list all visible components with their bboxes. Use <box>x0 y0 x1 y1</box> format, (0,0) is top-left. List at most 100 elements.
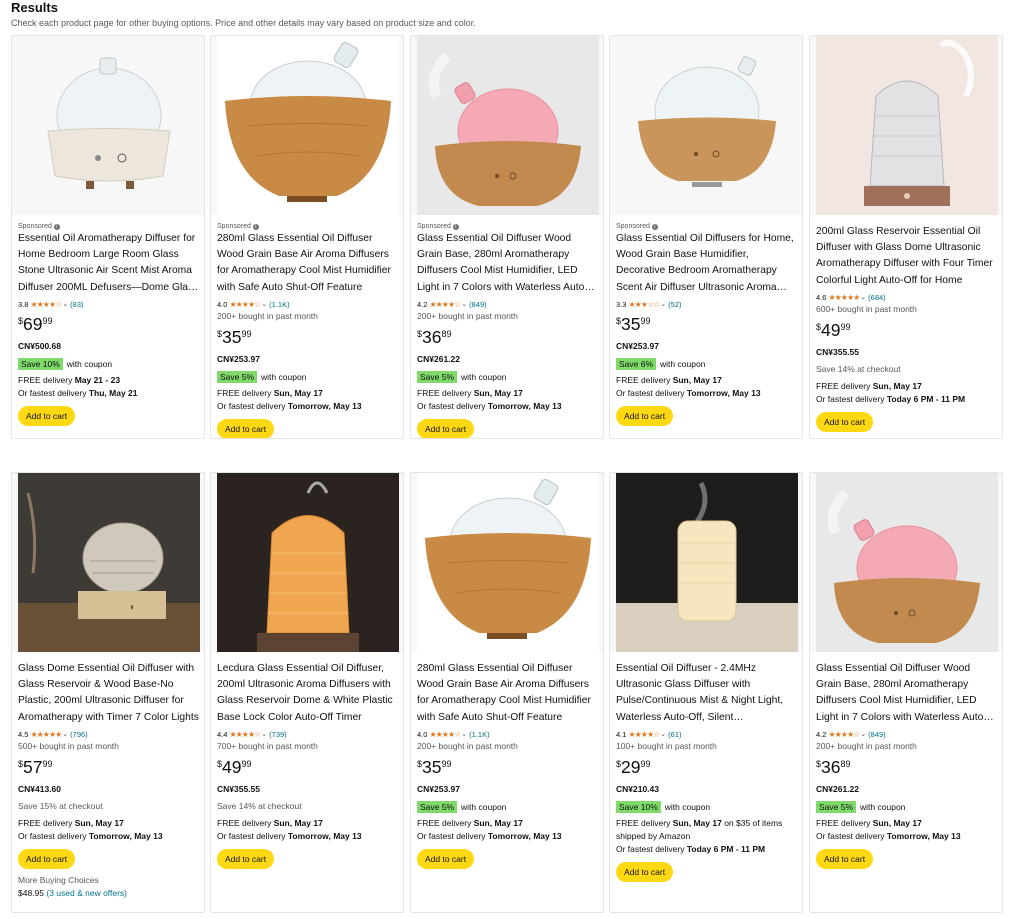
product-card[interactable]: Sponsored i Glass Essential Oil Diffusers … <box>609 35 803 439</box>
chevron-down-icon[interactable]: ⌄ <box>261 300 267 308</box>
star-rating-icon[interactable]: ★★★★☆ <box>628 730 660 739</box>
rating-row[interactable]: 3.8 ★★★★☆ ⌄ (83) <box>18 298 199 310</box>
sponsored-label[interactable]: Sponsored i <box>18 222 199 231</box>
price[interactable]: $ 57 99 <box>18 757 199 781</box>
add-to-cart-button[interactable]: Add to cart <box>616 862 674 882</box>
product-title[interactable]: Glass Essential Oil Diffusers for Home, … <box>616 231 797 296</box>
add-to-cart-button[interactable]: Add to cart <box>816 849 874 869</box>
review-count-link[interactable]: (849) <box>469 300 487 309</box>
star-rating-icon[interactable]: ★★★★★ <box>828 293 860 302</box>
price[interactable]: $ 29 99 <box>616 757 797 781</box>
product-image[interactable] <box>12 36 204 215</box>
product-card[interactable]: Glass Essential Oil Diffuser Wood Grain … <box>809 472 1003 913</box>
product-card[interactable]: Sponsored i 280ml Glass Essential Oil Diff… <box>210 35 404 439</box>
review-count-link[interactable]: (1.1K) <box>469 730 489 739</box>
price[interactable]: $ 35 99 <box>616 314 797 338</box>
price[interactable]: $ 35 99 <box>417 757 598 781</box>
star-rating-icon[interactable]: ★★★★★ <box>30 730 62 739</box>
rating-row[interactable]: 4.4 ★★★★☆ ⌄ (739) <box>217 728 398 740</box>
product-title[interactable]: Glass Essential Oil Diffuser Wood Grain … <box>417 231 598 296</box>
product-title[interactable]: 280ml Glass Essential Oil Diffuser Wood … <box>217 231 398 296</box>
rating-row[interactable]: 4.2 ★★★★☆ ⌄ (849) <box>417 298 598 310</box>
product-image[interactable] <box>610 473 802 652</box>
star-rating-icon[interactable]: ★★★★☆ <box>30 300 62 309</box>
chevron-down-icon[interactable]: ⌄ <box>860 293 866 301</box>
star-rating-icon[interactable]: ★★★★☆ <box>229 300 261 309</box>
product-title[interactable]: Lecdura Glass Essential Oil Diffuser, 20… <box>217 661 398 726</box>
product-image[interactable] <box>411 36 603 215</box>
chevron-down-icon[interactable]: ⌄ <box>461 730 467 738</box>
price[interactable]: $ 35 99 <box>217 327 398 351</box>
star-rating-icon[interactable]: ★★★★☆ <box>828 730 860 739</box>
product-image[interactable] <box>411 473 603 652</box>
price-whole: 49 <box>222 757 242 777</box>
product-card[interactable]: ◐ Glass Dome Essential Oil Diffuser with … <box>11 472 205 913</box>
rating-row[interactable]: 4.2 ★★★★☆ ⌄ (849) <box>816 728 997 740</box>
rating-row[interactable]: 4.6 ★★★★★ ⌄ (684) <box>816 291 997 303</box>
review-count-link[interactable]: (83) <box>70 300 83 309</box>
review-count-link[interactable]: (684) <box>868 293 886 302</box>
product-card[interactable]: 280ml Glass Essential Oil Diffuser Wood … <box>410 472 604 913</box>
rating-row[interactable]: 3.3 ★★★☆☆ ⌄ (52) <box>616 298 797 310</box>
product-card[interactable]: Lecdura Glass Essential Oil Diffuser, 20… <box>210 472 404 913</box>
chevron-down-icon[interactable]: ⌄ <box>660 300 666 308</box>
star-rating-icon[interactable]: ★★★★☆ <box>229 730 261 739</box>
offers-link[interactable]: (3 used & new offers) <box>46 888 127 898</box>
product-card[interactable]: Sponsored i Glass Essential Oil Diffuser W… <box>410 35 604 439</box>
price[interactable]: $ 69 99 <box>18 314 199 338</box>
review-count-link[interactable]: (1.1K) <box>269 300 289 309</box>
product-title[interactable]: Glass Dome Essential Oil Diffuser with G… <box>18 661 199 726</box>
add-to-cart-button[interactable]: Add to cart <box>417 849 475 869</box>
product-image[interactable] <box>610 36 802 215</box>
review-count-link[interactable]: (796) <box>70 730 88 739</box>
review-count-link[interactable]: (739) <box>269 730 287 739</box>
review-count-link[interactable]: (52) <box>668 300 681 309</box>
product-image[interactable] <box>211 36 403 215</box>
product-image[interactable] <box>810 473 1002 652</box>
rating-row[interactable]: 4.0 ★★★★☆ ⌄ (1.1K) <box>217 298 398 310</box>
add-to-cart-button[interactable]: Add to cart <box>217 419 275 438</box>
add-to-cart-button[interactable]: Add to cart <box>217 849 275 869</box>
product-card[interactable]: Essential Oil Diffuser - 2.4MHz Ultrason… <box>609 472 803 913</box>
add-to-cart-button[interactable]: Add to cart <box>616 406 674 426</box>
chevron-down-icon[interactable]: ⌄ <box>62 300 68 308</box>
sponsored-label[interactable]: Sponsored i <box>217 222 398 231</box>
review-count-link[interactable]: (849) <box>868 730 886 739</box>
price[interactable]: $ 36 89 <box>417 327 598 351</box>
product-title[interactable]: Essential Oil Aromatherapy Diffuser for … <box>18 231 199 296</box>
star-rating-icon[interactable]: ★★★★☆ <box>429 730 461 739</box>
chevron-down-icon[interactable]: ⌄ <box>860 730 866 738</box>
info-icon[interactable]: i <box>53 223 60 230</box>
star-rating-icon[interactable]: ★★★☆☆ <box>628 300 660 309</box>
review-count-link[interactable]: (61) <box>668 730 681 739</box>
chevron-down-icon[interactable]: ⌄ <box>461 300 467 308</box>
price[interactable]: $ 49 99 <box>816 320 997 344</box>
star-rating-icon[interactable]: ★★★★☆ <box>429 300 461 309</box>
product-image[interactable] <box>211 473 403 652</box>
add-to-cart-button[interactable]: Add to cart <box>816 412 874 432</box>
price[interactable]: $ 49 99 <box>217 757 398 781</box>
sponsored-label[interactable]: Sponsored i <box>417 222 598 231</box>
product-image[interactable] <box>810 36 1002 215</box>
product-image[interactable]: ◐ <box>12 473 204 652</box>
info-icon[interactable]: i <box>651 223 658 230</box>
rating-row[interactable]: 4.5 ★★★★★ ⌄ (796) <box>18 728 199 740</box>
sponsored-label[interactable]: Sponsored i <box>616 222 797 231</box>
info-icon[interactable]: i <box>452 223 459 230</box>
product-card[interactable]: Sponsored i Essential Oil Aromatherapy Dif… <box>11 35 205 439</box>
add-to-cart-button[interactable]: Add to cart <box>18 849 76 869</box>
product-title[interactable]: Glass Essential Oil Diffuser Wood Grain … <box>816 661 997 726</box>
rating-row[interactable]: 4.1 ★★★★☆ ⌄ (61) <box>616 728 797 740</box>
product-title[interactable]: Essential Oil Diffuser - 2.4MHz Ultrason… <box>616 661 797 726</box>
price[interactable]: $ 36 89 <box>816 757 997 781</box>
add-to-cart-button[interactable]: Add to cart <box>417 419 475 438</box>
chevron-down-icon[interactable]: ⌄ <box>261 730 267 738</box>
chevron-down-icon[interactable]: ⌄ <box>62 730 68 738</box>
rating-row[interactable]: 4.0 ★★★★☆ ⌄ (1.1K) <box>417 728 598 740</box>
product-card[interactable]: 200ml Glass Reservoir Essential Oil Diff… <box>809 35 1003 439</box>
chevron-down-icon[interactable]: ⌄ <box>660 730 666 738</box>
info-icon[interactable]: i <box>252 223 259 230</box>
product-title[interactable]: 280ml Glass Essential Oil Diffuser Wood … <box>417 661 598 726</box>
product-title[interactable]: 200ml Glass Reservoir Essential Oil Diff… <box>816 224 997 289</box>
add-to-cart-button[interactable]: Add to cart <box>18 406 76 426</box>
